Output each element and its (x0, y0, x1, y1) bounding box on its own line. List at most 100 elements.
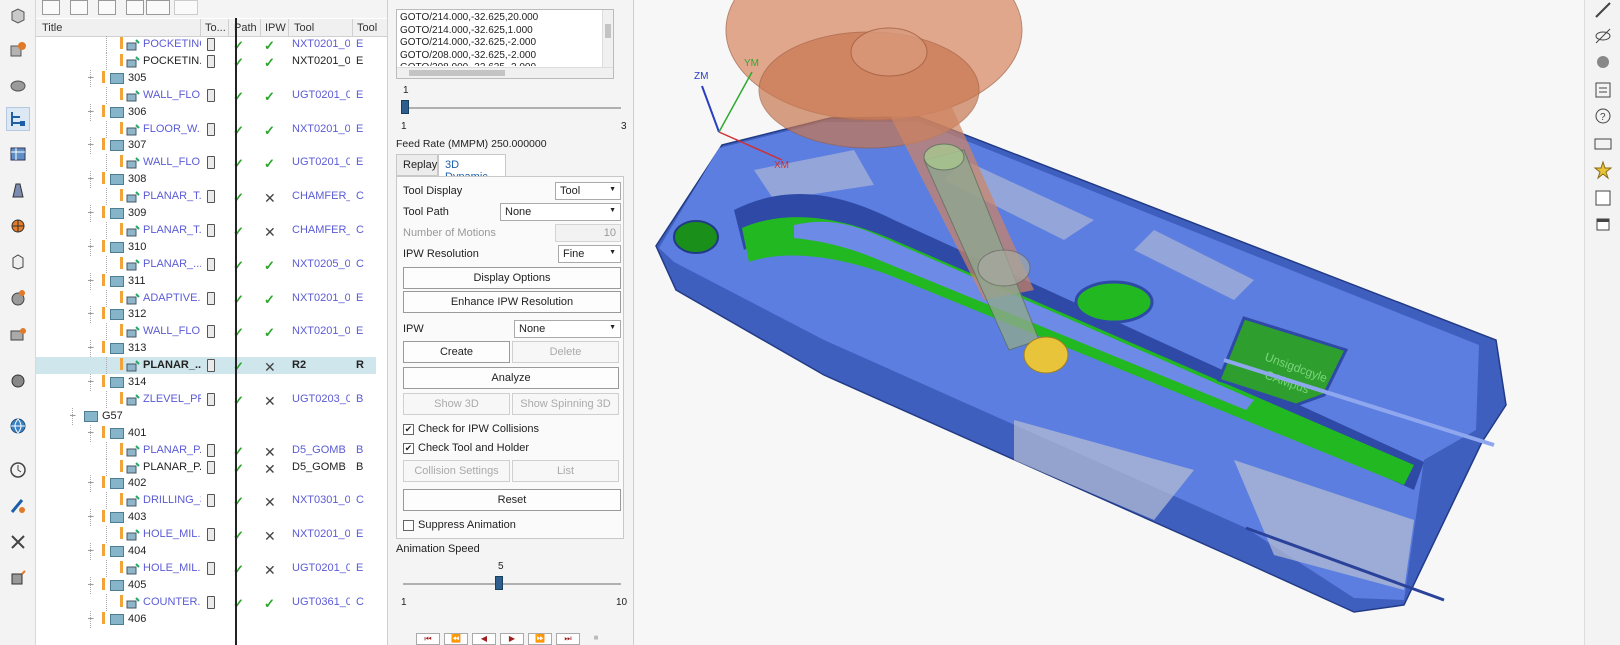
part-template-icon[interactable] (6, 250, 30, 274)
ipw-select[interactable]: None (514, 320, 621, 338)
collapse-toggle-icon[interactable]: – (88, 477, 94, 488)
tool-display-select[interactable]: Tool (555, 182, 621, 200)
operation-navigator-icon[interactable] (6, 107, 30, 131)
tree-group-row[interactable]: – 401 (36, 424, 376, 442)
col-tool-2[interactable]: Tool (357, 22, 377, 34)
collapse-toggle-icon[interactable]: – (88, 241, 94, 252)
reset-button[interactable]: Reset (403, 489, 621, 511)
machining-knowledge-icon[interactable] (6, 566, 30, 590)
tree-group-row[interactable]: – 405 (36, 576, 376, 594)
hide-icon[interactable] (1593, 26, 1613, 46)
tree-operation-row[interactable]: DRILLING_3✓✕NXT0301_037C (36, 492, 376, 510)
tree-operation-row[interactable]: PLANAR_...✓✓NXT0205_001C (36, 255, 376, 273)
roles-icon[interactable] (6, 369, 30, 393)
window-icon[interactable] (1593, 214, 1613, 234)
cl-hscroll[interactable] (397, 67, 613, 78)
process-icon[interactable] (6, 322, 30, 346)
step-slider-track[interactable] (403, 107, 621, 109)
analyze-button[interactable]: Analyze (403, 367, 619, 389)
tab-3d-dynamic[interactable]: 3D Dynamic (438, 154, 506, 183)
step-back-icon[interactable]: ⏪ (444, 633, 468, 645)
collapse-toggle-icon[interactable]: – (88, 139, 94, 150)
play-reverse-icon[interactable]: ◀ (472, 633, 496, 645)
feature-navigator-icon[interactable] (6, 214, 30, 238)
tree-operation-row[interactable]: ZLEVEL_PR...✓✕UGT0203_007B (36, 390, 376, 409)
suppress-animation-checkbox[interactable] (403, 520, 414, 531)
properties-icon[interactable] (1593, 80, 1613, 100)
collapse-toggle-icon[interactable]: – (70, 410, 76, 421)
tree-group-row[interactable]: – 404 (36, 543, 376, 560)
tree-operation-row[interactable]: HOLE_MIL...✓✕UGT0201_098E (36, 559, 376, 578)
tree-group-row[interactable]: – 305 (36, 69, 376, 87)
text-box-icon[interactable] (1593, 134, 1613, 154)
tree-group-row[interactable]: – 308 (36, 171, 376, 189)
part-navigator-icon[interactable] (6, 4, 30, 28)
tree-group-row[interactable]: – 313 (36, 340, 376, 358)
cl-vscroll[interactable] (602, 10, 613, 68)
collapse-toggle-icon[interactable]: – (88, 579, 94, 590)
tree-operation-row[interactable]: WALL_FLO...✓✓UGT0201_098E (36, 154, 376, 172)
measure-icon[interactable] (1593, 0, 1613, 20)
collapse-toggle-icon[interactable]: – (88, 173, 94, 184)
cl-listing[interactable]: GOTO/214.000,-32.625,20.000 GOTO/214.000… (396, 9, 614, 79)
collision-settings-button[interactable]: Collision Settings (403, 460, 510, 482)
tool-library-icon[interactable] (6, 494, 30, 518)
geometry-view-icon[interactable] (98, 0, 116, 15)
assembly-navigator-icon[interactable] (6, 38, 30, 62)
check-tool-holder-checkbox[interactable]: ✔ (403, 443, 414, 454)
program-order-view-icon[interactable] (42, 0, 60, 15)
tree-operation-row[interactable]: PLANAR_P...✓✕D5_GOMBB (36, 441, 376, 460)
favorites-icon[interactable] (1593, 160, 1613, 180)
show-3d-button[interactable]: Show 3D (403, 393, 510, 415)
machining-method-view-icon[interactable] (126, 0, 144, 15)
step-slider-thumb[interactable] (401, 100, 409, 114)
go-to-end-icon[interactable]: ⏭ (556, 633, 580, 645)
tree-group-row[interactable]: – 307 (36, 137, 376, 155)
col-ipw[interactable]: IPW (265, 22, 286, 34)
tree-group-row[interactable]: – 402 (36, 475, 376, 493)
constraint-navigator-icon[interactable] (6, 72, 30, 96)
collapse-toggle-icon[interactable]: – (88, 376, 94, 387)
tree-operation-row[interactable]: PLANAR_T...✓✕CHAMFER_...C (36, 221, 376, 240)
help-icon[interactable]: ? (1593, 106, 1613, 126)
column-divider[interactable] (235, 18, 237, 645)
expand-all-icon[interactable] (146, 0, 170, 15)
collapse-toggle-icon[interactable]: – (88, 275, 94, 286)
collapse-toggle-icon[interactable]: – (88, 106, 94, 117)
tree-operation-row[interactable]: WALL_FLO...✓✓UGT0201_098E (36, 86, 376, 104)
tree-operation-row[interactable]: WALL_FLO...✓✓NXT0201_003E (36, 323, 376, 341)
show-spinning-3d-button[interactable]: Show Spinning 3D (512, 393, 619, 415)
tree-group-row[interactable]: – 406 (36, 610, 376, 628)
settings-tools-icon[interactable] (6, 530, 30, 554)
layout-icon[interactable] (1593, 188, 1613, 208)
tree-operation-row[interactable]: ADAPTIVE...✓✓NXT0201_002E (36, 289, 376, 307)
cam-resources-icon[interactable] (6, 286, 30, 310)
collapse-toggle-icon[interactable]: – (88, 427, 94, 438)
enhance-ipw-resolution-button[interactable]: Enhance IPW Resolution (403, 291, 621, 313)
tree-operation-row[interactable]: COUNTER...✓✓UGT0361_013C (36, 593, 376, 611)
col-toolchange[interactable]: To... (205, 22, 226, 34)
col-tool[interactable]: Tool (294, 22, 314, 34)
collapse-toggle-icon[interactable]: – (88, 72, 94, 83)
tree-group-row[interactable]: – 314 (36, 374, 376, 391)
animation-speed-track[interactable] (403, 583, 621, 585)
collapse-toggle-icon[interactable]: – (88, 342, 94, 353)
tree-group-row[interactable]: – 311 (36, 272, 376, 290)
collapse-toggle-icon[interactable]: – (88, 545, 94, 556)
col-path[interactable]: Path (234, 22, 257, 34)
create-button[interactable]: Create (403, 341, 510, 363)
collapse-toggle-icon[interactable]: – (88, 613, 94, 624)
check-ipw-collisions-checkbox[interactable]: ✔ (403, 424, 414, 435)
tree-group-row[interactable]: – G57 (36, 407, 376, 425)
stop-icon[interactable]: ■ (584, 633, 608, 645)
display-options-button[interactable]: Display Options (403, 267, 621, 289)
tree-operation-row[interactable]: HOLE_MIL...✓✕NXT0201_003E (36, 526, 376, 544)
collapse-toggle-icon[interactable]: – (88, 511, 94, 522)
collapse-all-icon[interactable] (174, 0, 198, 15)
graphics-viewport[interactable]: Unsigdcgyle CAMpus ZM YM XM (634, 0, 1530, 645)
delete-button[interactable]: Delete (512, 341, 619, 363)
collapse-toggle-icon[interactable]: – (88, 207, 94, 218)
collapse-toggle-icon[interactable]: – (88, 308, 94, 319)
shaded-view-icon[interactable] (1593, 52, 1613, 72)
ipw-resolution-select[interactable]: Fine (558, 245, 621, 263)
